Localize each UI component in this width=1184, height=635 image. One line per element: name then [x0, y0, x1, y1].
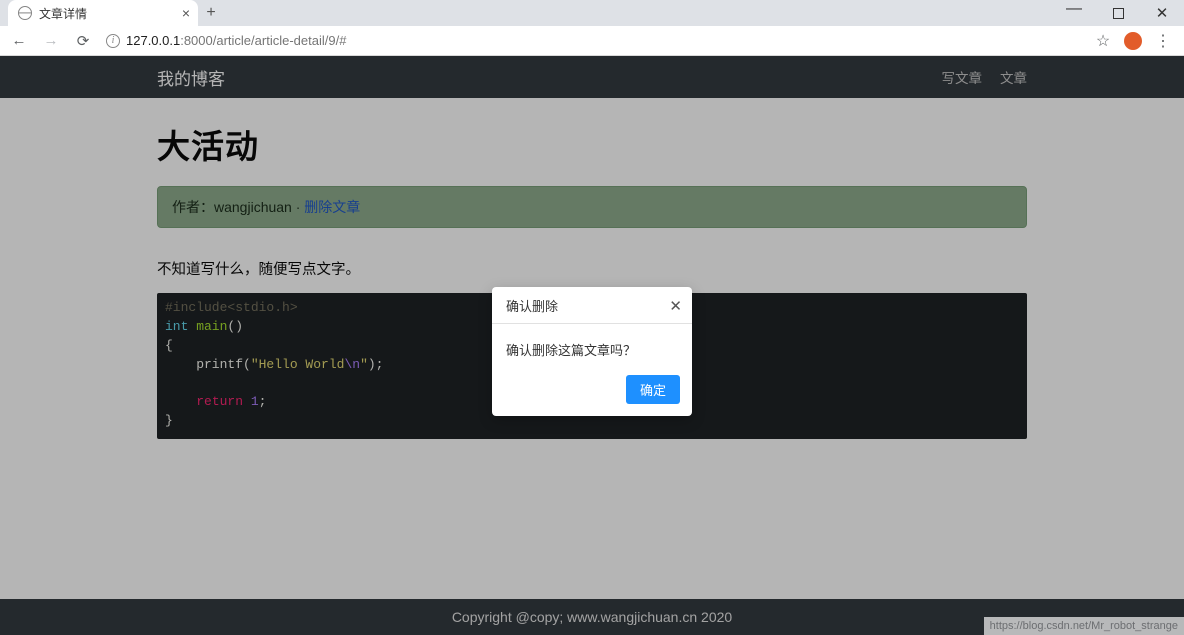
browser-window: 文章详情 × + — ✕ ← → ⟳ i 127.0.0.1:8000/arti…	[0, 0, 1184, 635]
address-bar: ← → ⟳ i 127.0.0.1:8000/article/article-d…	[0, 26, 1184, 56]
close-window-button[interactable]: ✕	[1140, 0, 1184, 26]
forward-button[interactable]: →	[38, 28, 64, 54]
toolbar-right: ☆ ⋮	[1088, 27, 1178, 55]
url-input[interactable]: i 127.0.0.1:8000/article/article-detail/…	[102, 29, 1082, 53]
extension-icon[interactable]	[1118, 27, 1148, 55]
modal-close-icon[interactable]: ✕	[669, 297, 682, 315]
tab-strip: 文章详情 × + — ✕	[0, 0, 1184, 26]
bookmark-star-icon[interactable]: ☆	[1088, 27, 1118, 55]
back-button[interactable]: ←	[6, 28, 32, 54]
status-bar: https://blog.csdn.net/Mr_robot_strange	[984, 617, 1184, 635]
modal-footer: 确定	[492, 365, 692, 416]
modal-body: 确认删除这篇文章吗？	[492, 324, 692, 365]
minimize-button[interactable]: —	[1052, 0, 1096, 22]
globe-icon	[18, 6, 32, 20]
confirm-button[interactable]: 确定	[626, 375, 680, 404]
browser-tab[interactable]: 文章详情 ×	[8, 0, 198, 26]
new-tab-button[interactable]: +	[198, 0, 224, 26]
confirm-delete-modal: 确认删除 ✕ 确认删除这篇文章吗？ 确定	[492, 287, 692, 416]
url-text: 127.0.0.1:8000/article/article-detail/9/…	[126, 33, 346, 48]
menu-kebab-icon[interactable]: ⋮	[1148, 27, 1178, 55]
viewport: 我的博客 写文章 文章 大活动 作者：wangjichuan · 删除文章 不知…	[0, 56, 1184, 635]
maximize-button[interactable]	[1096, 0, 1140, 26]
modal-title: 确认删除	[506, 296, 558, 315]
tab-title: 文章详情	[39, 5, 175, 22]
status-url: https://blog.csdn.net/Mr_robot_strange	[990, 620, 1178, 632]
modal-header: 确认删除 ✕	[492, 287, 692, 324]
reload-button[interactable]: ⟳	[70, 28, 96, 54]
window-controls: — ✕	[1052, 0, 1184, 26]
close-tab-icon[interactable]: ×	[182, 5, 190, 21]
site-info-icon[interactable]: i	[106, 34, 120, 48]
